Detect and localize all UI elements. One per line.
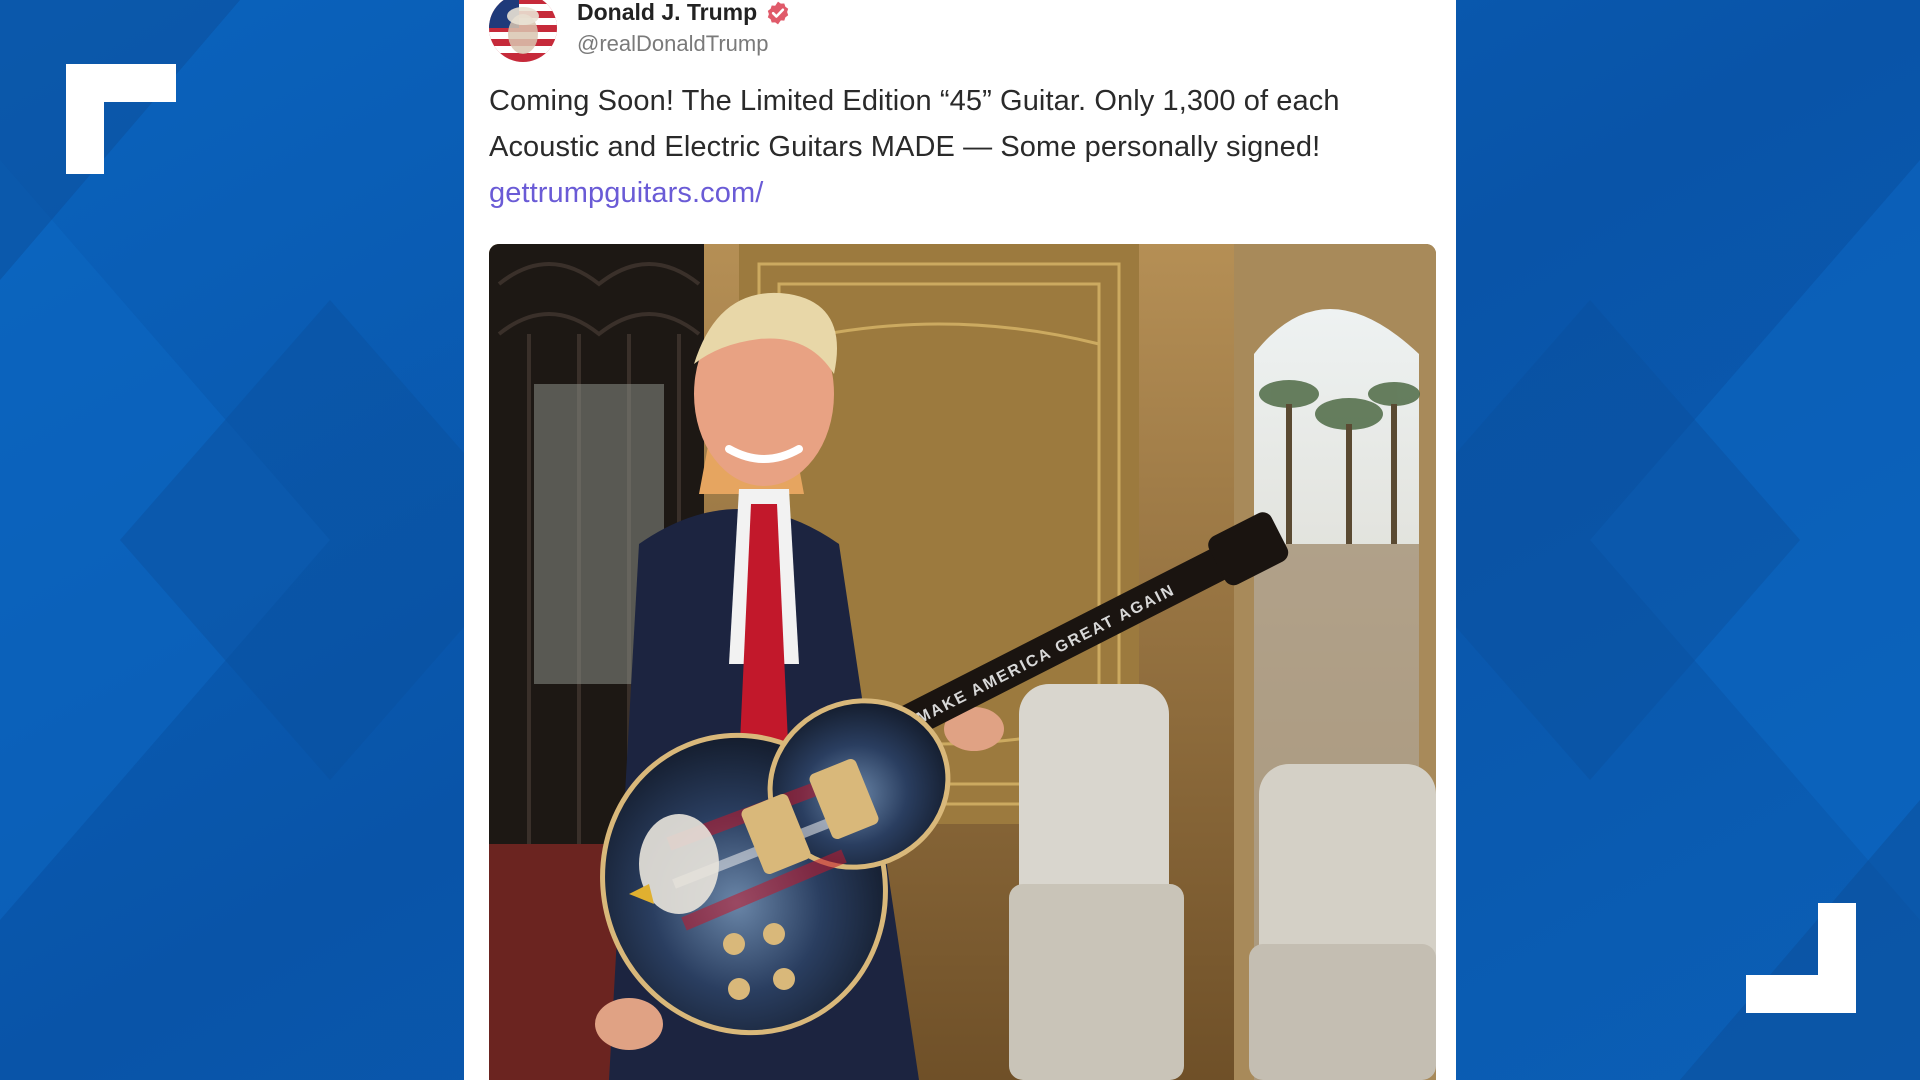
post-body: Coming Soon! The Limited Edition “45” Gu… <box>489 78 1439 216</box>
post-link[interactable]: gettrumpguitars.com/ <box>489 170 1439 216</box>
post-image[interactable]: MAKE AMERICA GREAT AGAIN <box>489 244 1436 1080</box>
author-handle[interactable]: @realDonaldTrump <box>577 31 791 57</box>
post-text-line-2: Acoustic and Electric Guitars MADE — Som… <box>489 131 1321 163</box>
corner-bracket-bottom-right <box>1746 903 1856 1013</box>
corner-bracket-top-left <box>66 64 176 174</box>
post-card: Donald J. Trump @realDonaldTrump Coming … <box>464 0 1456 1080</box>
author-block: Donald J. Trump @realDonaldTrump <box>577 0 791 57</box>
verified-badge-icon <box>765 0 791 26</box>
post-header: Donald J. Trump @realDonaldTrump <box>489 0 791 64</box>
post-text-line-1: Coming Soon! The Limited Edition “45” Gu… <box>489 85 1340 117</box>
avatar[interactable] <box>489 0 557 62</box>
author-name[interactable]: Donald J. Trump <box>577 0 757 26</box>
